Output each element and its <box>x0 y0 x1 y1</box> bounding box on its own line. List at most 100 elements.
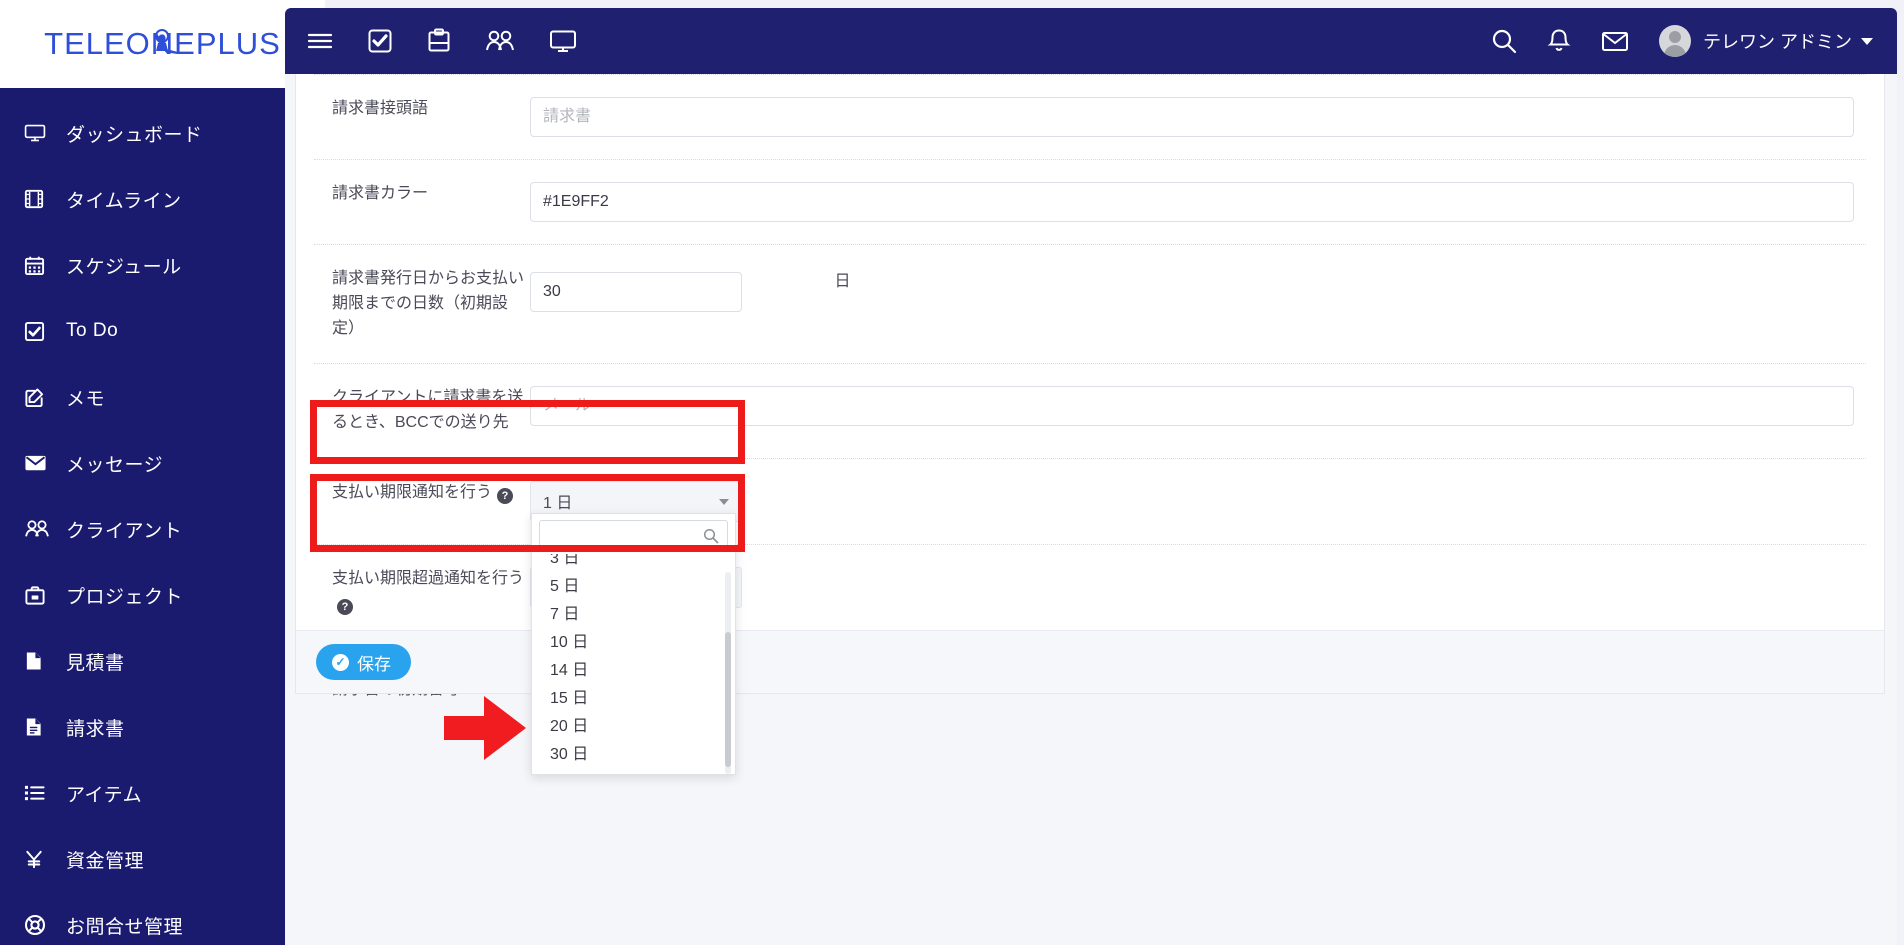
search-icon[interactable] <box>703 528 719 549</box>
sidebar-item-9[interactable]: 請求書 <box>0 694 325 760</box>
sidebar-item-7[interactable]: プロジェクト› <box>0 562 325 628</box>
sidebar-item-0[interactable]: ダッシュボード <box>0 100 325 166</box>
sidebar-item-label: ダッシュボード <box>66 124 203 146</box>
lifebuoy-icon <box>24 914 56 936</box>
sidebar-item-label: スケジュール <box>66 256 182 278</box>
sidebar-item-label: 資金管理 <box>66 850 145 872</box>
monitor-icon <box>24 123 56 143</box>
form-field <box>530 182 1866 222</box>
dropdown-option-list[interactable]: 3 日5 日7 日 10 日 14 日 15 日 20 日 30 日 <box>532 554 735 774</box>
sidebar-item-11[interactable]: 資金管理› <box>0 826 325 892</box>
dropdown-option-1[interactable]: 5 日 <box>532 573 735 601</box>
payment-due-days-input[interactable] <box>530 272 742 312</box>
topbar-left-icons <box>307 28 577 54</box>
file-lines-icon <box>24 716 56 738</box>
bell-icon[interactable] <box>1547 28 1571 54</box>
form-row-bcc-email: クライアントに請求書を送るとき、BCCでの送り先 <box>314 363 1866 458</box>
avatar-head <box>1668 31 1681 43</box>
overdue-notification-dropdown[interactable]: 3 日5 日7 日 10 日 14 日 15 日 20 日 30 日 <box>531 513 736 775</box>
dropdown-scroll-thumb[interactable] <box>725 632 731 767</box>
invoice-prefix-input[interactable] <box>530 97 1854 137</box>
sidebar: TELEONEPLUS ダッシュボードタイムラインスケジュール To Do メモメッ… <box>0 0 325 945</box>
dropdown-option-7[interactable]: 30 日 <box>532 741 735 769</box>
search-icon[interactable] <box>1491 28 1517 54</box>
form-field: 日 <box>530 267 1866 312</box>
form-label-text: 支払い期限超過通知を行う <box>332 569 525 587</box>
sidebar-item-label: アイテム <box>66 784 143 806</box>
user-menu[interactable]: テレワン アドミン <box>1658 25 1873 57</box>
dropdown-search-input[interactable] <box>539 520 728 550</box>
logo-area[interactable]: TELEONEPLUS <box>0 0 325 88</box>
film-icon <box>24 189 56 209</box>
sidebar-item-3[interactable]: To Do <box>0 298 325 364</box>
invoice-color-input[interactable] <box>530 182 1854 222</box>
topbar-right-icons: テレワン アドミン <box>1491 25 1873 57</box>
dropdown-option-2[interactable]: 7 日 <box>532 601 735 629</box>
form-label-text: 支払い期限通知を行う <box>332 483 493 501</box>
hamburger-icon[interactable] <box>307 31 333 51</box>
avatar-body <box>1663 45 1686 57</box>
sidebar-item-4[interactable]: メモ <box>0 364 325 430</box>
sidebar-item-12[interactable]: お問合せ管理 <box>0 892 325 945</box>
sidebar-item-5[interactable]: メッセージ <box>0 430 325 496</box>
sidebar-item-label: クライアント <box>66 520 183 542</box>
dropdown-option-4[interactable]: 14 日 <box>532 657 735 685</box>
form-label: 支払い期限通知を行う? <box>314 481 530 506</box>
dropdown-search-wrap <box>532 514 735 554</box>
dropdown-scrollbar[interactable] <box>725 572 731 774</box>
dropdown-option-3[interactable]: 10 日 <box>532 629 735 657</box>
person-laptop-icon <box>155 29 179 54</box>
check-circle-icon: ✓ <box>332 653 349 671</box>
sidebar-item-1[interactable]: タイムライン <box>0 166 325 232</box>
sidebar-item-label: 請求書 <box>66 718 125 740</box>
main-content: 請求書接頭語 請求書カラー 請求書発行日からお支払い期限までの日数（初期設定） <box>285 74 1897 945</box>
app-root: TELEONEPLUS ダッシュボードタイムラインスケジュール To Do メモメッ… <box>0 0 1904 945</box>
monitor-icon[interactable] <box>549 29 577 53</box>
calendar-icon <box>24 255 56 276</box>
save-button-label: 保存 <box>357 654 391 674</box>
sidebar-item-label: お問合せ管理 <box>66 916 184 938</box>
envelope-icon[interactable] <box>1601 30 1629 52</box>
sidebar-item-label: メモ <box>66 388 106 410</box>
sidebar-item-6[interactable]: クライアント <box>0 496 325 562</box>
bcc-email-input[interactable] <box>530 386 1854 427</box>
sidebar-item-10[interactable]: アイテム <box>0 760 325 826</box>
sidebar-nav: ダッシュボード タイムライン スケジュール To Do メモ メッセージ クライアント プロジ… <box>0 88 325 945</box>
sidebar-item-label: 見積書 <box>66 652 125 674</box>
dropdown-option-5[interactable]: 15 日 <box>532 685 735 713</box>
form-label: 請求書発行日からお支払い期限までの日数（初期設定） <box>332 270 525 337</box>
form-field <box>530 97 1866 137</box>
topbar: テレワン アドミン <box>285 8 1897 74</box>
sidebar-item-2[interactable]: スケジュール <box>0 232 325 298</box>
sidebar-item-label: プロジェクト <box>66 586 184 608</box>
chevron-down-icon <box>719 498 729 505</box>
help-icon[interactable]: ? <box>337 598 353 615</box>
save-button[interactable]: ✓ 保存 <box>316 644 411 680</box>
form-label: 支払い期限超過通知を行う? <box>314 567 530 617</box>
avatar <box>1658 25 1691 57</box>
form-row-payment-due-days: 請求書発行日からお支払い期限までの日数（初期設定） 日 <box>314 244 1866 363</box>
sidebar-item-label: メッセージ <box>66 454 164 476</box>
chevron-down-icon <box>1861 37 1873 45</box>
form-row-invoice-prefix: 請求書接頭語 <box>314 74 1866 159</box>
pencil-square-icon <box>24 387 56 408</box>
envelope-icon <box>24 454 56 472</box>
clipboard-icon[interactable] <box>427 28 451 54</box>
yen-icon <box>24 849 56 870</box>
form-row-invoice-color: 請求書カラー <box>314 159 1866 244</box>
list-icon <box>24 784 56 802</box>
form-label: クライアントに請求書を送るとき、BCCでの送り先 <box>332 389 524 432</box>
users-icon <box>24 519 56 539</box>
file-icon <box>24 650 56 672</box>
due-notification-value: 1 日 <box>543 495 573 513</box>
dropdown-option-6[interactable]: 20 日 <box>532 713 735 741</box>
form-label: 請求書カラー <box>332 185 429 202</box>
check-square-icon[interactable] <box>367 28 393 54</box>
briefcase-icon <box>24 585 56 606</box>
dropdown-option-0[interactable]: 3 日 <box>532 554 735 573</box>
sidebar-item-8[interactable]: 見積書 <box>0 628 325 694</box>
users-icon[interactable] <box>485 29 515 53</box>
form-field <box>530 386 1866 427</box>
user-name: テレワン アドミン <box>1702 32 1852 52</box>
help-icon[interactable]: ? <box>497 487 514 504</box>
